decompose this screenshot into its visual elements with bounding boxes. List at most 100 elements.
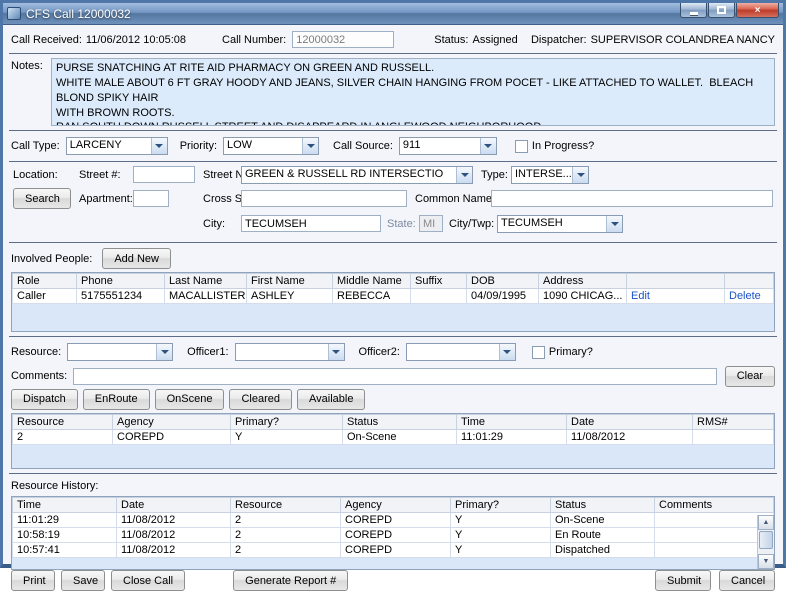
column-header[interactable]: Date [566, 414, 693, 430]
table-row[interactable]: 11:01:29 11/08/2012 2 COREPD Y On-Scene [12, 512, 774, 528]
table-row[interactable]: 10:57:41 11/08/2012 2 COREPD Y Dispatche… [12, 542, 774, 558]
chevron-down-icon [456, 167, 472, 183]
column-header[interactable]: Last Name [164, 273, 247, 289]
edit-link[interactable]: Edit [631, 290, 650, 302]
priority-dropdown[interactable]: LOW [223, 137, 319, 155]
call-source-label: Call Source: [333, 140, 393, 152]
enroute-button[interactable]: EnRoute [82, 388, 150, 410]
dispatcher-value: SUPERVISOR COLANDREA NANCY [590, 33, 775, 46]
citytwp-label: City/Twp: [449, 218, 495, 230]
title-bar[interactable]: CFS Call 12000032 × [3, 3, 783, 25]
comments-label: Comments: [11, 370, 68, 382]
separator [9, 336, 777, 337]
cancel-button[interactable]: Cancel [719, 570, 775, 591]
cell-resource: 2 [12, 429, 113, 445]
column-header[interactable]: Agency [112, 414, 231, 430]
in-progress-label: In Progress? [531, 140, 595, 152]
column-header[interactable]: Date [116, 497, 231, 513]
column-header[interactable]: DOB [466, 273, 539, 289]
column-header[interactable]: Resource [230, 497, 341, 513]
column-header[interactable]: Comments [654, 497, 774, 513]
state-field[interactable] [419, 215, 443, 232]
column-header[interactable]: Primary? [230, 414, 343, 430]
call-number-field[interactable] [292, 31, 395, 48]
apartment-field[interactable] [133, 190, 169, 207]
search-button[interactable]: Search [13, 188, 71, 209]
officer1-dropdown[interactable] [234, 343, 345, 361]
citytwp-value: TECUMSEH [501, 217, 563, 229]
clear-button[interactable]: Clear [724, 365, 775, 387]
column-header[interactable]: Status [550, 497, 655, 513]
close-button[interactable]: × [736, 3, 779, 18]
scroll-up-icon[interactable]: ▲ [758, 515, 774, 530]
cell-first-name: ASHLEY [246, 288, 333, 304]
call-type-dropdown[interactable]: LARCENY [65, 137, 168, 155]
cell-suffix [410, 288, 467, 304]
resource-value [68, 344, 156, 360]
column-header[interactable]: Agency [340, 497, 451, 513]
minimize-button[interactable] [680, 3, 707, 18]
dispatcher-label: Dispatcher: [530, 33, 587, 46]
call-source-dropdown[interactable]: 911 [398, 137, 497, 155]
city-field[interactable] [241, 215, 381, 232]
in-progress-checkbox[interactable] [514, 139, 528, 153]
scrollbar-thumb[interactable] [759, 531, 773, 549]
print-button[interactable]: Print [11, 570, 55, 591]
generate-report-button[interactable]: Generate Report # [233, 570, 349, 591]
close-call-button[interactable]: Close Call [111, 570, 186, 591]
window-controls: × [680, 3, 779, 18]
close-icon: × [754, 4, 761, 16]
street-number-field[interactable] [133, 166, 195, 183]
chevron-down-icon [498, 344, 515, 360]
involved-people-grid: Role Phone Last Name First Name Middle N… [11, 272, 775, 332]
dispatch-button[interactable]: Dispatch [11, 388, 78, 410]
separator [9, 130, 777, 131]
chevron-down-icon [327, 344, 344, 360]
column-header[interactable]: Middle Name [332, 273, 411, 289]
delete-link[interactable]: Delete [729, 290, 761, 302]
history-scrollbar[interactable]: ▲ ▼ [757, 515, 774, 569]
cell-date: 11/08/2012 [116, 542, 231, 558]
column-header[interactable]: Status [342, 414, 457, 430]
comments-field[interactable] [73, 367, 717, 385]
column-header[interactable]: Role [12, 273, 77, 289]
add-new-button[interactable]: Add New [102, 248, 171, 269]
column-header[interactable]: Time [456, 414, 567, 430]
resource-label: Resource: [11, 346, 62, 358]
onscene-button[interactable]: OnScene [154, 388, 225, 410]
location-type-dropdown[interactable]: INTERSE... [511, 166, 589, 184]
citytwp-dropdown[interactable]: TECUMSEH [497, 215, 623, 233]
column-header[interactable]: RMS# [692, 414, 774, 430]
chevron-down-icon [479, 138, 496, 154]
officer2-dropdown[interactable] [405, 343, 516, 361]
resource-dropdown[interactable] [67, 343, 174, 361]
column-header[interactable]: Phone [76, 273, 165, 289]
table-row[interactable]: 2 COREPD Y On-Scene 11:01:29 11/08/2012 [12, 429, 774, 445]
cell-dob: 04/09/1995 [466, 288, 539, 304]
common-name-field[interactable] [491, 190, 773, 207]
priority-value: LOW [227, 139, 253, 151]
column-header[interactable]: Primary? [450, 497, 551, 513]
column-header[interactable]: Address [538, 273, 627, 289]
save-button[interactable]: Save [61, 570, 105, 591]
cell-middle-name: REBECCA [332, 288, 411, 304]
location-type-label: Type: [481, 169, 508, 181]
column-header[interactable]: Resource [12, 414, 113, 430]
scroll-down-icon[interactable]: ▼ [758, 554, 774, 569]
table-row[interactable]: Caller 5175551234 MACALLISTER ASHLEY REB… [12, 288, 774, 304]
maximize-button[interactable] [708, 3, 735, 18]
column-header[interactable]: First Name [246, 273, 333, 289]
table-row[interactable]: 10:58:19 11/08/2012 2 COREPD Y En Route [12, 527, 774, 543]
primary-checkbox[interactable] [531, 345, 545, 359]
involved-people-header: Involved People: Add New [11, 247, 775, 270]
priority-label: Priority: [179, 140, 217, 152]
cleared-button[interactable]: Cleared [229, 388, 293, 410]
available-button[interactable]: Available [297, 388, 366, 410]
submit-button[interactable]: Submit [655, 570, 711, 591]
column-header[interactable]: Time [12, 497, 117, 513]
street-name-dropdown[interactable]: GREEN & RUSSELL RD INTERSECTIO [241, 166, 473, 184]
cross-street-field[interactable] [241, 190, 407, 207]
column-header[interactable]: Suffix [410, 273, 467, 289]
notes-field[interactable]: PURSE SNATCHING AT RITE AID PHARMACY ON … [51, 58, 775, 126]
call-header-row: Call Received: 11/06/2012 10:05:08 Call … [11, 30, 775, 49]
